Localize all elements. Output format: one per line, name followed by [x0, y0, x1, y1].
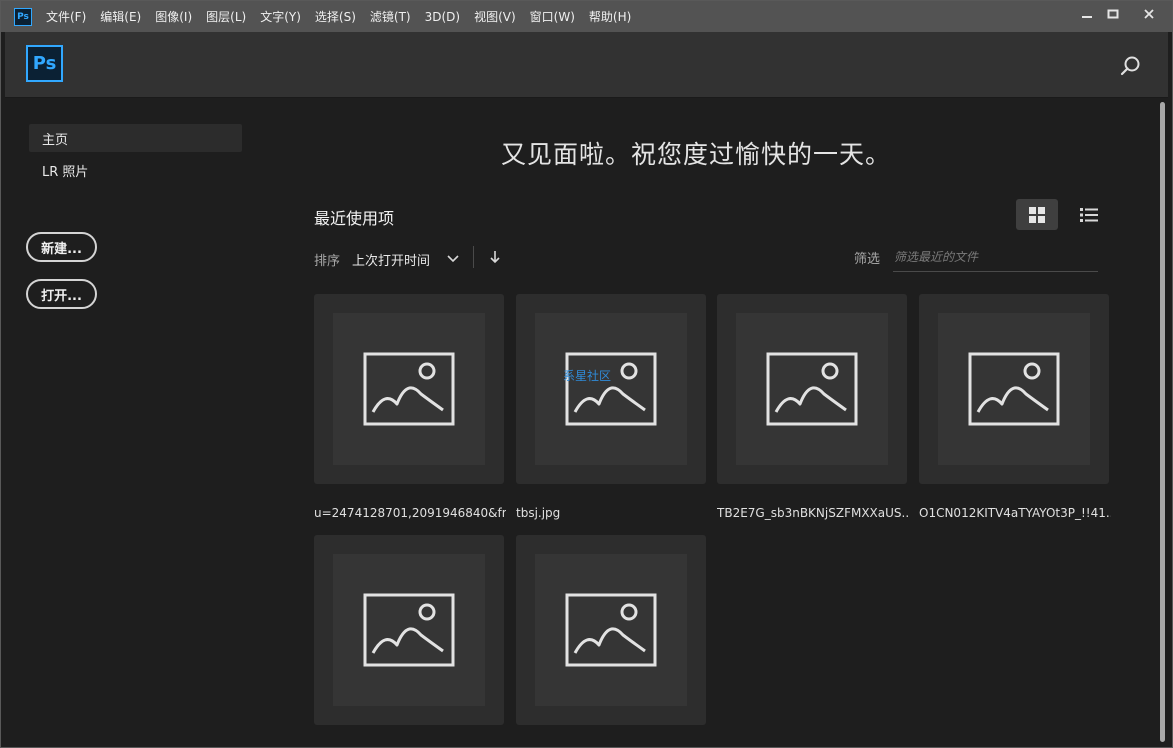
image-placeholder-icon — [363, 593, 455, 667]
recent-file-name[interactable]: tbsj.jpg — [516, 506, 708, 520]
recent-file-thumbnail[interactable] — [717, 294, 907, 484]
close-icon — [1144, 9, 1154, 19]
menu-file[interactable]: 文件(F) — [46, 8, 86, 25]
main-content: 又见面啦。祝您度过愉快的一天。 最近使用项 排序 上次打开时间 筛选 筛选最近的… — [265, 99, 1165, 747]
open-button[interactable]: 打开... — [26, 279, 97, 309]
sidebar-item-lr-photos[interactable]: LR 照片 — [29, 156, 242, 184]
maximize-button[interactable] — [1100, 4, 1126, 24]
menu-image[interactable]: 图像(I) — [155, 8, 192, 25]
window-controls — [1074, 1, 1172, 25]
photoshop-logo: Ps — [26, 45, 63, 82]
sort-direction-icon[interactable] — [488, 249, 502, 265]
menu-3d[interactable]: 3D(D) — [425, 10, 460, 24]
menu-layer[interactable]: 图层(L) — [206, 8, 246, 25]
menu-type[interactable]: 文字(Y) — [260, 8, 301, 25]
recent-file-thumbnail[interactable]: 系星社区 — [516, 294, 706, 484]
home-header: Ps — [5, 32, 1168, 98]
recent-file-thumbnail[interactable] — [919, 294, 1109, 484]
watermark-text: 系星社区 — [563, 369, 612, 383]
recent-file-thumbnail[interactable] — [314, 294, 504, 484]
grid-view-button[interactable] — [1016, 199, 1058, 230]
image-placeholder — [938, 313, 1090, 465]
menu-view[interactable]: 视图(V) — [474, 8, 516, 25]
image-placeholder-icon — [565, 352, 657, 426]
list-view-button[interactable] — [1068, 199, 1110, 230]
menu-filter[interactable]: 滤镜(T) — [370, 8, 411, 25]
chevron-down-icon[interactable] — [446, 251, 460, 265]
image-placeholder — [736, 313, 888, 465]
image-placeholder-icon — [363, 352, 455, 426]
image-placeholder — [535, 554, 687, 706]
grid-view-icon — [1029, 206, 1045, 223]
filter-input[interactable] — [893, 242, 1098, 272]
close-button[interactable] — [1126, 4, 1172, 24]
menu-select[interactable]: 选择(S) — [315, 8, 356, 25]
recent-file-thumbnail[interactable] — [516, 535, 706, 725]
left-sidebar: 主页 LR 照片 新建... 打开... — [5, 99, 265, 747]
image-placeholder-icon — [565, 593, 657, 667]
image-placeholder — [333, 313, 485, 465]
image-placeholder — [535, 313, 687, 465]
image-placeholder-icon — [766, 352, 858, 426]
sort-label: 排序 — [314, 254, 341, 269]
recent-file-thumbnail[interactable] — [314, 535, 504, 725]
sort-dropdown[interactable]: 上次打开时间 — [352, 250, 430, 269]
new-button[interactable]: 新建... — [26, 232, 97, 262]
list-view-icon — [1080, 207, 1098, 222]
search-icon[interactable] — [1118, 54, 1142, 78]
menu-window[interactable]: 窗口(W) — [530, 8, 575, 25]
filter-label: 筛选 — [854, 252, 881, 267]
image-placeholder — [333, 554, 485, 706]
greeting-text: 又见面啦。祝您度过愉快的一天。 — [501, 140, 892, 169]
recent-file-name[interactable]: u=2474128701,2091946840&fm... — [314, 506, 506, 520]
maximize-icon — [1107, 9, 1119, 19]
recent-section-title: 最近使用项 — [314, 209, 395, 228]
menu-bar: Ps 文件(F) 编辑(E) 图像(I) 图层(L) 文字(Y) 选择(S) 滤… — [1, 1, 1172, 32]
recent-file-name[interactable]: O1CN012KITV4aTYAYOt3P_!!41... — [919, 506, 1111, 520]
photoshop-app-icon[interactable]: Ps — [14, 7, 32, 26]
recent-file-name[interactable]: TB2E7G_sb3nBKNjSZFMXXaUS... — [717, 506, 909, 520]
minimize-button[interactable] — [1074, 4, 1100, 24]
menu-help[interactable]: 帮助(H) — [589, 8, 631, 25]
scrollbar-thumb[interactable] — [1160, 102, 1165, 742]
image-placeholder-icon — [968, 352, 1060, 426]
sort-divider — [473, 246, 474, 268]
photoshop-window: Ps 文件(F) 编辑(E) 图像(I) 图层(L) 文字(Y) 选择(S) 滤… — [0, 0, 1173, 748]
sidebar-item-home[interactable]: 主页 — [29, 124, 242, 152]
main-scrollbar[interactable] — [1158, 99, 1168, 747]
menu-edit[interactable]: 编辑(E) — [100, 8, 141, 25]
minimize-icon — [1082, 16, 1092, 18]
